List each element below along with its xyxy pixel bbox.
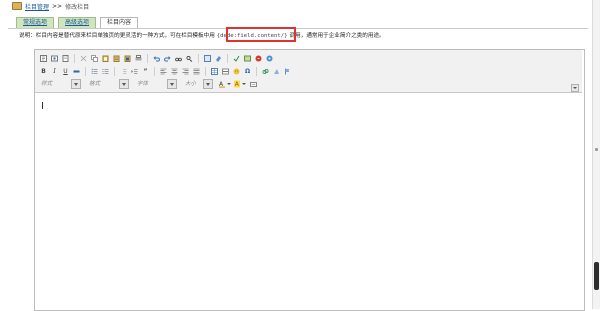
toolbar-separator [205, 66, 206, 76]
note-prefix: 说明：栏目内容是替代原来栏目单独页的更灵活的一种方式，可在栏目模板中用 [19, 33, 215, 39]
tab-general[interactable]: 常规选项 [16, 17, 55, 28]
background-color-icon[interactable]: A [234, 80, 247, 89]
breadcrumb-parent-link[interactable]: 栏目管理 [25, 2, 49, 11]
font-combo-text: 字体 [137, 80, 149, 87]
usage-note: 说明：栏目内容是替代原来栏目单独页的更灵活的一种方式，可在栏目模板中用 {dede… [19, 31, 385, 41]
replace-icon[interactable] [185, 54, 194, 63]
unordered-list-icon[interactable] [101, 67, 110, 76]
toolbar-separator [74, 53, 75, 63]
table-icon[interactable] [210, 67, 219, 76]
size-combo-text: 大小 [185, 80, 197, 87]
tab-advanced[interactable]: 高级选项 [58, 17, 97, 28]
scrollbar-thumb[interactable] [594, 262, 599, 290]
toolbar-separator [227, 53, 228, 63]
cut-icon[interactable] [79, 54, 88, 63]
find-icon[interactable] [174, 54, 183, 63]
toolbar-row-3: 样式 格式 字体 大小 A A [39, 79, 258, 89]
smiley-icon[interactable] [232, 67, 241, 76]
format-combo-text: 格式 [89, 80, 101, 87]
anchor-icon[interactable] [283, 67, 292, 76]
chevron-down-icon [167, 79, 177, 89]
align-right-icon[interactable] [181, 67, 190, 76]
strikethrough-icon[interactable] [72, 67, 81, 76]
toolbar-collapse-icon[interactable] [571, 84, 579, 92]
highlight-box [226, 27, 296, 42]
flash-icon[interactable] [254, 54, 263, 63]
toolbar-separator [85, 66, 86, 76]
text-caret [42, 102, 43, 109]
horizontal-rule-icon[interactable] [221, 67, 230, 76]
tab-divider [8, 28, 588, 29]
toolbar-row-2: B I U ” Ω [39, 66, 292, 76]
remove-format-icon[interactable] [214, 54, 223, 63]
source-icon[interactable] [39, 54, 48, 63]
outdent-icon[interactable] [119, 67, 128, 76]
editor-toolbar: B I U ” Ω 样式 格式 字体 大小 A A [35, 50, 582, 93]
format-combo[interactable]: 格式 [87, 79, 129, 89]
note-suffix: 调用，通常用于企业简介之类的用途。 [289, 33, 385, 39]
copy-icon[interactable] [90, 54, 99, 63]
font-combo[interactable]: 字体 [135, 79, 177, 89]
scrollbar-marker [595, 148, 598, 151]
justify-icon[interactable] [192, 67, 201, 76]
breadcrumb: 栏目管理 >> 修改栏目 [12, 1, 89, 11]
underline-icon[interactable]: U [61, 67, 70, 76]
unlink-icon[interactable] [272, 67, 281, 76]
tab-content[interactable]: 栏目内容 [100, 17, 139, 28]
style-combo[interactable]: 样式 [39, 79, 81, 89]
ordered-list-icon[interactable] [90, 67, 99, 76]
toolbar-separator [256, 66, 257, 76]
insert-image-icon[interactable] [249, 80, 258, 89]
link-icon[interactable] [261, 67, 270, 76]
spellcheck-icon[interactable] [232, 54, 241, 63]
media-icon[interactable] [265, 54, 274, 63]
breadcrumb-current: 修改栏目 [65, 3, 90, 11]
indent-icon[interactable] [130, 67, 139, 76]
chevron-down-icon [71, 79, 81, 89]
chevron-down-icon [119, 79, 129, 89]
select-all-icon[interactable] [203, 54, 212, 63]
toolbar-separator [154, 66, 155, 76]
size-combo[interactable]: 大小 [183, 79, 213, 89]
toolbar-separator [198, 53, 199, 63]
bold-icon[interactable]: B [39, 67, 48, 76]
print-icon[interactable] [134, 54, 143, 63]
text-color-icon[interactable]: A [219, 80, 232, 89]
blockquote-icon[interactable]: ” [141, 67, 150, 76]
italic-icon[interactable]: I [50, 67, 59, 76]
undo-icon[interactable] [152, 54, 161, 63]
preview-icon[interactable] [50, 54, 59, 63]
special-char-icon[interactable]: Ω [243, 67, 252, 76]
folder-icon [12, 2, 22, 10]
editor-content-area[interactable] [35, 93, 582, 309]
redo-icon[interactable] [163, 54, 172, 63]
style-combo-text: 样式 [41, 80, 53, 87]
toolbar-row-1 [39, 53, 274, 63]
page-frame: 栏目管理 >> 修改栏目 常规选项 高级选项 栏目内容 说明：栏目内容是替代原来… [8, 0, 588, 311]
image-icon[interactable] [243, 54, 252, 63]
breadcrumb-separator: >> [52, 2, 63, 10]
page-scrollbar[interactable] [592, 0, 600, 309]
paste-word-icon[interactable] [123, 54, 132, 63]
template-icon[interactable] [61, 54, 70, 63]
paste-text-icon[interactable] [112, 54, 121, 63]
tab-bar: 常规选项 高级选项 栏目内容 [16, 17, 139, 28]
toolbar-separator [114, 66, 115, 76]
toolbar-separator [147, 53, 148, 63]
chevron-down-icon [203, 79, 213, 89]
align-left-icon[interactable] [159, 67, 168, 76]
rich-text-editor: B I U ” Ω 样式 格式 字体 大小 A A [34, 49, 585, 311]
align-center-icon[interactable] [170, 67, 179, 76]
paste-icon[interactable] [101, 54, 110, 63]
